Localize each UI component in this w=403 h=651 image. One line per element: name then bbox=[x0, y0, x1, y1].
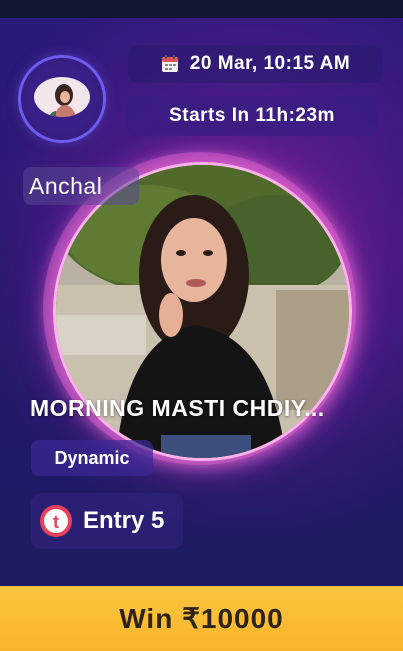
host-name: Anchal bbox=[23, 167, 139, 205]
entry-fee-badge[interactable]: t Entry 5 bbox=[31, 493, 183, 549]
host-avatar[interactable] bbox=[21, 58, 103, 140]
ticket-icon: t bbox=[40, 505, 72, 537]
calendar-icon bbox=[161, 55, 178, 72]
event-title: MORNING MASTI CHDIY... bbox=[30, 395, 325, 421]
host-avatar-image bbox=[34, 77, 90, 117]
entry-fee-text: Entry 5 bbox=[83, 507, 165, 534]
win-prize-button[interactable]: Win ₹10000 bbox=[0, 586, 403, 651]
date-time-text: 20 Mar, 10:15 AM bbox=[189, 53, 351, 74]
contest-card[interactable]: 20 Mar, 10:15 AM Starts In 11h:23m Ancha… bbox=[0, 0, 403, 651]
top-strip bbox=[0, 0, 403, 18]
svg-text:t: t bbox=[53, 512, 59, 532]
win-prize-text: Win ₹10000 bbox=[119, 603, 284, 634]
countdown-text: Starts In 11h:23m bbox=[169, 105, 335, 126]
event-type-badge: Dynamic bbox=[31, 440, 153, 476]
date-time-badge: 20 Mar, 10:15 AM bbox=[128, 45, 382, 83]
countdown-badge: Starts In 11h:23m bbox=[126, 96, 378, 136]
